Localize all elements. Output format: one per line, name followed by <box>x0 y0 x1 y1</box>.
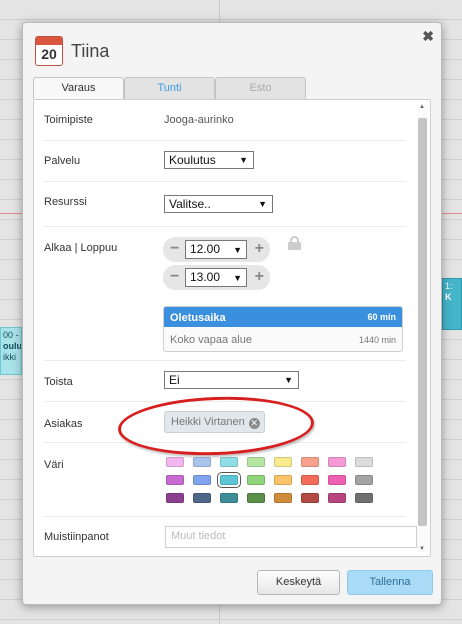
duration-value: 60 min <box>367 312 396 322</box>
booking-dialog: ✖ 20 Tiina Varaus Tunti Esto ▲ ▼ Toimipi… <box>22 22 442 605</box>
start-time-value: 12.00 <box>190 242 221 256</box>
plus-icon[interactable]: + <box>255 241 264 257</box>
toimipiste-label: Toimipiste <box>44 114 93 126</box>
color-swatch[interactable] <box>274 457 292 467</box>
dropdown-arrow-icon: ▼ <box>284 375 293 385</box>
tab-bar: Varaus Tunti Esto <box>33 77 306 99</box>
duration-name: Koko vapaa alue <box>170 334 252 346</box>
form-panel: ▲ ▼ Toimipiste Jooga-aurinko Palvelu Kou… <box>33 99 431 557</box>
row-toimipiste: Toimipiste Jooga-aurinko <box>44 100 406 141</box>
color-swatch[interactable] <box>301 475 319 485</box>
color-swatch[interactable] <box>193 493 211 503</box>
event-line: ikki <box>3 352 16 362</box>
color-swatch[interactable] <box>220 493 238 503</box>
color-swatch[interactable] <box>247 475 265 485</box>
calendar-event-left[interactable]: 00 - oulut ikki <box>0 327 22 375</box>
alkaa-loppuu-label: Alkaa | Loppuu <box>44 242 118 254</box>
minus-icon[interactable]: − <box>170 269 179 285</box>
end-time-select[interactable]: 13.00 ▼ <box>185 268 247 287</box>
start-time-select[interactable]: 12.00 ▼ <box>185 240 247 259</box>
save-button[interactable]: Tallenna <box>347 570 433 595</box>
event-line: K <box>445 292 452 302</box>
dropdown-arrow-icon: ▼ <box>233 245 242 255</box>
dialog-header: 20 Tiina <box>35 35 109 67</box>
tab-esto[interactable]: Esto <box>215 77 306 99</box>
color-swatch[interactable] <box>220 457 238 467</box>
scroll-down-icon[interactable]: ▼ <box>419 546 425 552</box>
palvelu-label: Palvelu <box>44 155 81 167</box>
row-palvelu: Palvelu Koulutus ▼ <box>44 141 406 182</box>
palvelu-selected: Koulutus <box>169 153 216 167</box>
color-swatch[interactable] <box>301 457 319 467</box>
duration-option[interactable]: Koko vapaa alue 1440 min <box>164 327 402 351</box>
color-swatch[interactable] <box>274 493 292 503</box>
color-swatch[interactable] <box>166 457 184 467</box>
toista-selected: Ei <box>169 373 180 387</box>
color-swatch[interactable] <box>301 493 319 503</box>
dropdown-arrow-icon: ▼ <box>233 273 242 283</box>
palvelu-select[interactable]: Koulutus ▼ <box>164 151 254 169</box>
color-swatch[interactable] <box>274 475 292 485</box>
color-swatch[interactable] <box>328 475 346 485</box>
color-swatches <box>166 457 373 503</box>
color-swatch[interactable] <box>247 457 265 467</box>
toimipiste-value: Jooga-aurinko <box>164 114 234 126</box>
vari-label: Väri <box>44 459 64 471</box>
muistiinpanot-label: Muistiinpanot <box>44 531 109 543</box>
asiakas-label: Asiakas <box>44 418 83 430</box>
color-swatch[interactable] <box>355 493 373 503</box>
color-swatch[interactable] <box>247 493 265 503</box>
dialog-title: Tiina <box>71 40 110 61</box>
duration-option-selected[interactable]: Oletusaika 60 min <box>164 307 402 327</box>
resurssi-selected: Valitse.. <box>169 197 211 211</box>
toista-select[interactable]: Ei ▼ <box>164 371 299 389</box>
calendar-event-right[interactable]: 1: K <box>442 278 462 330</box>
color-swatch[interactable] <box>355 475 373 485</box>
scrollbar[interactable]: ▲ ▼ <box>417 104 428 552</box>
event-line: oulut <box>3 341 22 351</box>
dropdown-arrow-icon: ▼ <box>258 199 267 209</box>
resurssi-label: Resurssi <box>44 196 87 208</box>
color-swatch[interactable] <box>193 475 211 485</box>
scroll-up-icon[interactable]: ▲ <box>419 104 425 110</box>
dropdown-arrow-icon: ▼ <box>239 155 248 165</box>
calendar-icon: 20 <box>35 36 63 66</box>
event-line: 00 - <box>3 330 19 340</box>
scrollbar-thumb[interactable] <box>418 118 427 526</box>
toista-label: Toista <box>44 376 73 388</box>
notes-textarea[interactable]: Muut tiedot <box>165 526 417 548</box>
color-swatch[interactable] <box>355 457 373 467</box>
minus-icon[interactable]: − <box>170 241 179 257</box>
duration-value: 1440 min <box>358 335 396 345</box>
color-swatch[interactable] <box>217 472 241 488</box>
resurssi-select[interactable]: Valitse.. ▼ <box>164 195 273 213</box>
close-icon[interactable]: ✖ <box>422 28 434 45</box>
event-line: 1: <box>445 281 453 291</box>
lock-icon[interactable] <box>288 236 301 250</box>
plus-icon[interactable]: + <box>255 269 264 285</box>
tab-varaus[interactable]: Varaus <box>33 77 124 99</box>
cancel-button[interactable]: Keskeytä <box>257 570 340 595</box>
end-time-value: 13.00 <box>190 270 221 284</box>
color-swatch[interactable] <box>328 457 346 467</box>
duration-name: Oletusaika <box>170 312 226 324</box>
tab-tunti[interactable]: Tunti <box>124 77 215 99</box>
color-swatch[interactable] <box>193 457 211 467</box>
color-swatch[interactable] <box>166 493 184 503</box>
row-resurssi: Resurssi Valitse.. ▼ <box>44 182 406 227</box>
color-swatch[interactable] <box>328 493 346 503</box>
color-swatch[interactable] <box>166 475 184 485</box>
start-time-stepper: − 12.00 ▼ + <box>163 237 270 262</box>
calendar-day: 20 <box>41 46 57 62</box>
duration-list: Oletusaika 60 min Koko vapaa alue 1440 m… <box>163 306 403 352</box>
end-time-stepper: − 13.00 ▼ + <box>163 265 270 290</box>
